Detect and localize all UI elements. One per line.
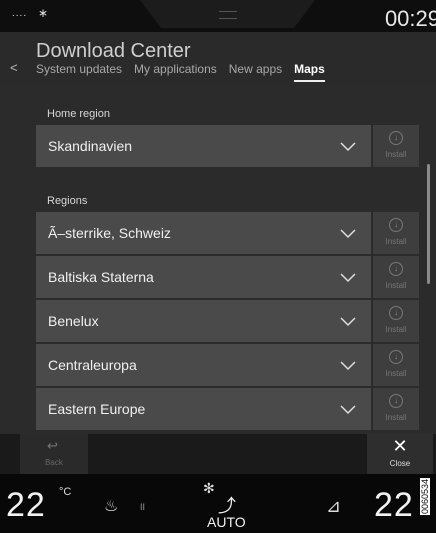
app-header: Download Center < System updates My appl… [0,32,436,84]
temperature-unit: °C [59,486,72,498]
seat-heat-icon[interactable]: ♨ [104,496,118,516]
install-label: Install [385,325,407,334]
region-name: Benelux [48,313,99,329]
chevron-down-icon[interactable] [339,356,357,374]
chevron-down-icon[interactable] [339,224,357,242]
back-arrow-icon: ↩ [47,438,58,453]
chevron-down-icon[interactable] [339,312,357,330]
region-row[interactable]: Ã–sterrike, Schweiz [36,212,371,254]
download-icon: ↓ [389,394,403,408]
home-region-row[interactable]: Skandinavien [36,125,371,167]
home-region-name: Skandinavien [48,138,133,154]
tab-system-updates[interactable]: System updates [36,62,122,82]
install-label: Install [385,281,407,290]
chevron-down-icon[interactable] [339,400,357,418]
install-button[interactable]: ↓ Install [373,212,419,254]
chevron-down-icon[interactable] [339,268,357,286]
infotainment-screen: .... ∗ 00:29 Download Center < System up… [0,0,436,533]
right-temperature[interactable]: 22 [374,486,414,525]
region-row[interactable]: Baltiska Staterna [36,256,371,298]
tab-maps[interactable]: Maps [294,62,325,82]
region-row[interactable]: Benelux [36,300,371,342]
back-button[interactable]: ↩ Back [20,434,88,474]
page-title: Download Center [36,40,191,62]
back-label: Back [45,458,63,467]
home-region-label: Home region [47,108,110,120]
action-bar: ↩ Back ✕ Close [0,434,436,474]
region-row[interactable]: Eastern Europe [36,388,371,430]
tab-new-apps[interactable]: New apps [229,62,282,82]
top-pull-tab[interactable] [140,0,315,28]
climate-bar: 22 °C ♨ II ✻ ⤴ AUTO ⊿ 22 [0,474,436,533]
maps-content[interactable]: Home region Skandinavien ↓ Install Regio… [0,84,436,434]
download-icon: ↓ [389,218,403,232]
download-icon: ↓ [389,350,403,364]
left-temperature[interactable]: 22 [6,486,46,525]
install-label: Install [385,237,407,246]
scrollbar[interactable] [427,164,430,284]
climate-auto-button[interactable]: AUTO [207,514,246,530]
install-button[interactable]: ↓ Install [373,300,419,342]
close-button[interactable]: ✕ Close [367,434,433,474]
tab-my-applications[interactable]: My applications [134,62,217,82]
image-id-label: 0060534 [420,478,430,516]
chevron-left-icon[interactable]: < [10,60,18,75]
chevron-down-icon[interactable] [339,137,357,155]
region-name: Ã–sterrike, Schweiz [48,225,171,241]
close-label: Close [389,459,411,468]
seat-icon[interactable]: ⊿ [326,496,341,517]
pull-handle-icon[interactable] [219,11,237,19]
install-label: Install [385,150,407,159]
install-label: Install [385,369,407,378]
install-button[interactable]: ↓ Install [373,388,419,430]
fan-icon[interactable]: ✻ [203,480,215,497]
status-bar: .... ∗ 00:29 [0,0,436,32]
signal-indicator: .... [12,8,28,19]
clock: 00:29 [384,6,436,31]
download-icon: ↓ [389,306,403,320]
install-button[interactable]: ↓ Install [373,256,419,298]
download-icon: ↓ [389,262,403,276]
close-icon: ✕ [392,436,408,456]
install-button[interactable]: ↓ Install [373,344,419,386]
region-name: Eastern Europe [48,401,146,417]
install-label: Install [385,413,407,422]
region-name: Centraleuropa [48,357,137,373]
region-name: Baltiska Staterna [48,269,154,285]
region-row[interactable]: Centraleuropa [36,344,371,386]
bluetooth-icon: ∗ [38,6,49,20]
regions-label: Regions [47,195,88,207]
tab-bar: System updates My applications New apps … [36,62,325,82]
seat-heat-level: II [140,502,146,512]
download-icon: ↓ [389,131,403,145]
install-button[interactable]: ↓ Install [373,125,419,167]
